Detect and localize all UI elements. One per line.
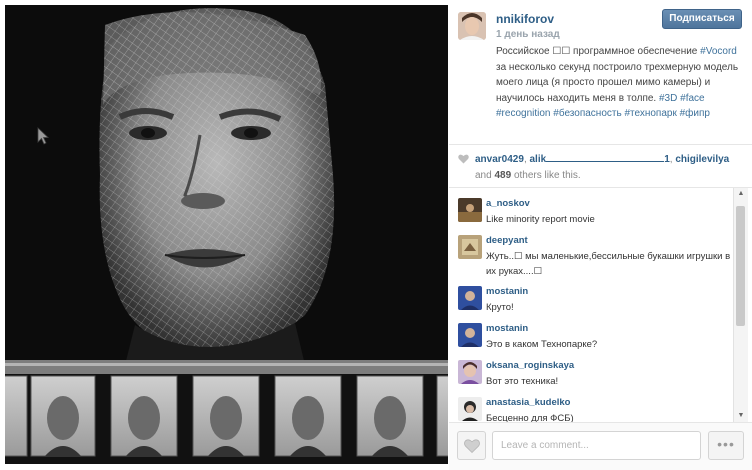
comment-text: Like minority report movie [486, 214, 595, 225]
comment-item: anastasia_kudelko Бесценно для ФСБ) [449, 390, 732, 423]
comment-input[interactable] [492, 431, 701, 460]
commenter-username[interactable]: mostanin [486, 286, 528, 297]
comments-scrollbar[interactable]: ▲ ▼ [733, 188, 748, 422]
commenter-username[interactable]: a_noskov [486, 198, 530, 209]
hashtag-link[interactable]: #безопасность [553, 108, 621, 119]
and-text: and [475, 170, 492, 181]
post-timestamp[interactable]: 1 день назад [496, 29, 560, 40]
author-username[interactable]: nnikiforov [496, 12, 554, 26]
down-arrow-icon[interactable]: ▼ [734, 410, 748, 422]
post-photo[interactable] [5, 5, 448, 464]
liker-link[interactable]: alik [530, 154, 547, 165]
comment-item: oksana_roginskaya Вот это техника! [449, 353, 732, 391]
hashtag-link[interactable]: #recognition [496, 108, 550, 119]
commenter-avatar[interactable] [458, 397, 482, 421]
comment-item: a_noskov Like minority report movie [449, 191, 732, 229]
likes-summary: anvar0429, alik 1, chigilevilya and 489 o… [449, 144, 752, 187]
others-count[interactable]: 489 [494, 170, 511, 181]
post-sidebar: nnikiforov 1 день назад Подписаться Росс… [449, 0, 752, 470]
post-header: nnikiforov 1 день назад Подписаться Росс… [449, 0, 752, 143]
hashtag-link[interactable]: #фипр [680, 108, 710, 119]
commenter-username[interactable]: deepyant [486, 235, 528, 246]
liker-link[interactable]: chigilevilya [675, 154, 729, 165]
hashtag-link[interactable]: #технопарк [624, 108, 676, 119]
commenter-avatar[interactable] [458, 198, 482, 222]
liker-link-underline [546, 152, 665, 162]
post-caption: Российское ☐☐ программное обеспечение #V… [496, 44, 746, 122]
heart-icon [458, 154, 469, 164]
comment-text: Жуть..☐ мы маленькие,бессильные букашки … [486, 251, 731, 277]
follow-button[interactable]: Подписаться [662, 9, 742, 29]
commenter-username[interactable]: anastasia_kudelko [486, 397, 571, 408]
like-button[interactable] [457, 431, 486, 460]
commenter-avatar[interactable] [458, 323, 482, 347]
commenter-avatar[interactable] [458, 235, 482, 259]
heart-icon [464, 439, 480, 453]
thumbnail-strip [5, 375, 448, 457]
scroll-thumb[interactable] [736, 206, 745, 326]
hashtag-link[interactable]: #3D [659, 93, 677, 104]
likers-text: anvar0429, alik 1, chigilevilya and 489 o… [475, 152, 747, 184]
liker-link[interactable]: anvar0429 [475, 154, 524, 165]
instagram-post-view: nnikiforov 1 день назад Подписаться Росс… [0, 0, 752, 470]
commenter-avatar[interactable] [458, 360, 482, 384]
commenter-username[interactable]: oksana_roginskaya [486, 360, 574, 371]
mouse-pointer-icon [37, 127, 49, 145]
comment-item: mostanin Это в каком Технопарке? [449, 316, 732, 354]
more-options-button[interactable]: ••• [708, 431, 744, 460]
hashtag-link[interactable]: #Vocord [700, 46, 737, 57]
commenter-avatar[interactable] [458, 286, 482, 310]
comment-text: Это в каком Технопарке? [486, 339, 598, 350]
comment-text: Вот это техника! [486, 376, 559, 387]
post-actions: ••• [449, 422, 752, 470]
caption-text: Российское ☐☐ программное обеспечение [496, 46, 701, 57]
hashtag-link[interactable]: #face [680, 93, 704, 104]
comment-item: deepyant Жуть..☐ мы маленькие,бессильные… [449, 228, 732, 278]
comments-list: a_noskov Like minority report movie deep… [449, 187, 752, 423]
author-avatar[interactable] [458, 12, 486, 40]
comment-item: mostanin Круто! [449, 279, 732, 317]
commenter-username[interactable]: mostanin [486, 323, 528, 334]
face-scan-image [5, 5, 448, 464]
others-like-text: others like this. [513, 170, 581, 181]
comment-text: Круто! [486, 302, 514, 313]
up-arrow-icon[interactable]: ▲ [734, 188, 748, 200]
